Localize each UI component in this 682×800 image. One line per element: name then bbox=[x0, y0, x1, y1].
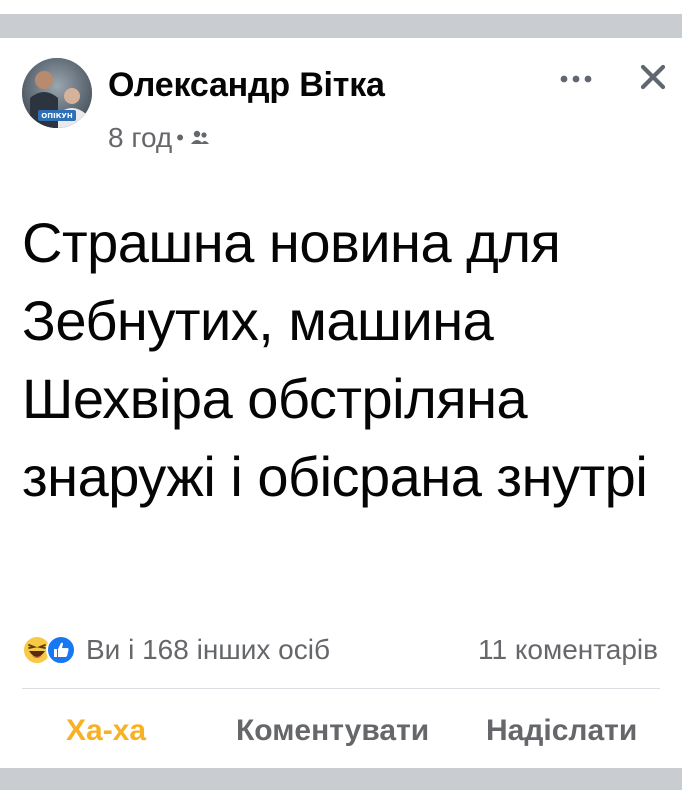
avatar-badge-text: ОПІКУН bbox=[41, 112, 73, 120]
reactions-count[interactable]: Ви і 168 інших осіб bbox=[86, 634, 330, 666]
avatar[interactable]: ОПІКУН bbox=[22, 58, 92, 128]
action-bar: Ха-ха Коментувати Надіслати bbox=[0, 704, 682, 762]
post-text: Страшна новина для Зебнутих, машина Шехв… bbox=[22, 211, 648, 508]
feed-separator-top bbox=[0, 14, 682, 38]
comment-button[interactable]: Коментувати bbox=[236, 714, 429, 748]
post-time[interactable]: 8 год bbox=[108, 122, 172, 154]
feed-gap-top bbox=[0, 0, 682, 44]
post-meta: 8 год • bbox=[108, 122, 210, 154]
feed-separator-bottom bbox=[0, 768, 682, 790]
like-emoji-icon bbox=[46, 635, 76, 665]
author-name[interactable]: Олександр Вітка bbox=[108, 66, 385, 105]
close-button[interactable] bbox=[632, 56, 674, 98]
meta-separator: • bbox=[176, 125, 184, 150]
more-dots-icon bbox=[560, 75, 592, 83]
post-card: ОПІКУН Олександр Вітка 8 год • Страшна н… bbox=[0, 44, 682, 768]
reactions-summary[interactable]: Ви і 168 інших осіб bbox=[22, 630, 330, 670]
divider bbox=[22, 688, 660, 689]
comments-count[interactable]: 11 коментарів bbox=[478, 634, 658, 666]
avatar-image: ОПІКУН bbox=[22, 58, 92, 128]
friends-icon bbox=[190, 129, 210, 147]
share-button[interactable]: Надіслати bbox=[486, 714, 637, 748]
close-icon bbox=[640, 64, 666, 90]
feed-gap-bottom bbox=[0, 768, 682, 800]
more-options-button[interactable] bbox=[556, 66, 596, 92]
haha-reaction-button[interactable]: Ха-ха bbox=[66, 714, 146, 748]
